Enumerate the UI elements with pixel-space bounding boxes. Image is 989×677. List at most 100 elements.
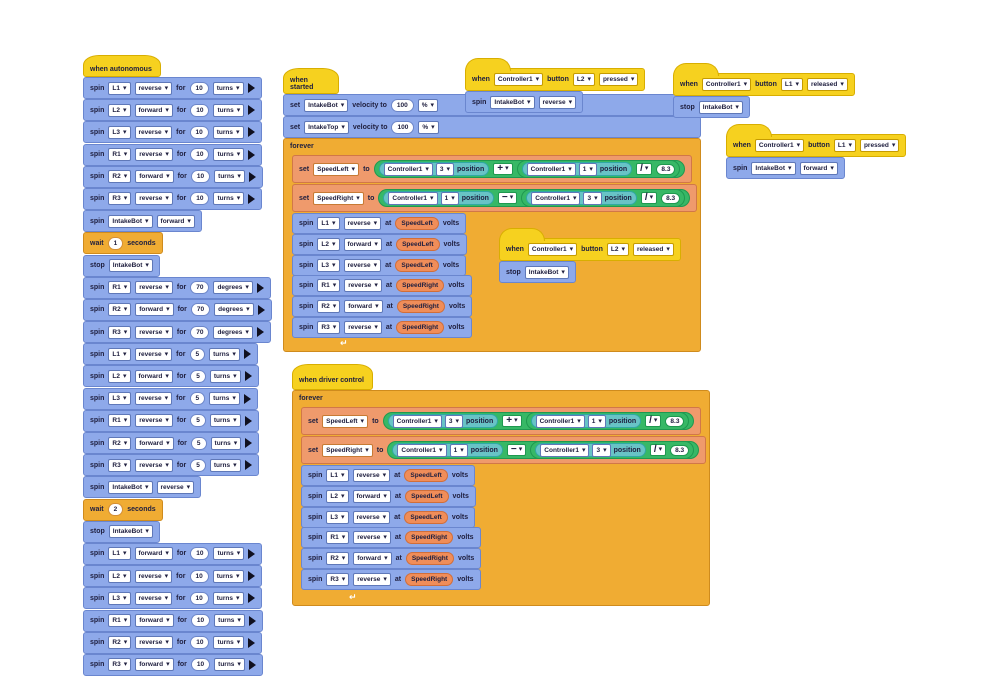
- motor-dropdown[interactable]: R3: [108, 192, 132, 206]
- controller-dropdown[interactable]: Controller1: [383, 162, 433, 176]
- variable-reporter[interactable]: SpeedLeft: [404, 469, 448, 482]
- state-dropdown[interactable]: pressed: [598, 73, 639, 86]
- operator-dropdown[interactable]: +: [502, 415, 522, 427]
- spin-at-volts-block[interactable]: spinL2forwardatSpeedLeftvolts: [301, 485, 476, 507]
- spin-for-block[interactable]: spinR3reversefor70degrees: [83, 321, 271, 344]
- motor-dropdown[interactable]: R3: [317, 320, 341, 334]
- when-autonomous-hat[interactable]: when autonomous: [83, 55, 161, 77]
- amount-input[interactable]: 70: [190, 303, 211, 317]
- direction-dropdown[interactable]: forward: [134, 369, 173, 383]
- motor-dropdown[interactable]: IntakeBot: [108, 214, 153, 228]
- motor-dropdown[interactable]: IntakeBot: [108, 525, 153, 539]
- variable-reporter[interactable]: SpeedLeft: [405, 489, 449, 503]
- motor-dropdown[interactable]: R2: [108, 303, 132, 317]
- unit-dropdown[interactable]: turns: [212, 591, 244, 605]
- spin-motor-block[interactable]: spinIntakeBotforward: [83, 210, 202, 233]
- stop-motor-block[interactable]: stop IntakeBot: [83, 520, 160, 543]
- spin-for-block[interactable]: spinR1reversefor70degrees: [83, 276, 271, 299]
- controller-dropdown[interactable]: Controller1: [493, 73, 544, 86]
- button-dropdown[interactable]: L2: [572, 73, 595, 86]
- divide-dropdown[interactable]: /: [636, 163, 653, 175]
- motor-dropdown[interactable]: R1: [108, 614, 132, 627]
- divide-dropdown[interactable]: /: [649, 444, 667, 456]
- motor-dropdown[interactable]: IntakeBot: [304, 98, 349, 112]
- amount-input[interactable]: 10: [189, 569, 209, 583]
- direction-dropdown[interactable]: forward: [135, 436, 174, 450]
- unit-dropdown[interactable]: turns: [209, 414, 241, 428]
- motor-dropdown[interactable]: R3: [326, 572, 350, 586]
- spin-at-volts-block[interactable]: spinR2forwardatSpeedRightvolts: [301, 548, 482, 570]
- wait-amount[interactable]: 2: [107, 503, 124, 517]
- axis-dropdown[interactable]: 3: [444, 414, 463, 428]
- unit-dropdown[interactable]: turns: [213, 103, 245, 117]
- controller-dropdown[interactable]: Controller1: [701, 78, 752, 91]
- axis-position-reporter[interactable]: Controller13position: [387, 414, 499, 428]
- spin-for-block[interactable]: spinR2forwardfor10turns: [83, 165, 263, 188]
- direction-dropdown[interactable]: reverse: [134, 125, 173, 139]
- variable-dropdown[interactable]: SpeedRight: [322, 443, 373, 457]
- spin-at-volts-block[interactable]: spinL2forwardatSpeedLeftvolts: [292, 233, 467, 255]
- spin-at-volts-block[interactable]: spinL3reverseatSpeedLeftvolts: [292, 254, 467, 276]
- motor-dropdown[interactable]: IntakeBot: [751, 161, 796, 175]
- motor-dropdown[interactable]: L2: [317, 237, 340, 251]
- operator-dropdown[interactable]: +: [493, 163, 513, 175]
- controller-dropdown[interactable]: Controller1: [531, 191, 581, 205]
- unit-dropdown[interactable]: %: [418, 120, 439, 134]
- direction-dropdown[interactable]: forward: [135, 303, 174, 317]
- spin-at-volts-block[interactable]: spinL1reverseatSpeedLeftvolts: [301, 465, 476, 486]
- direction-dropdown[interactable]: reverse: [156, 480, 195, 494]
- amount-input[interactable]: 70: [190, 325, 210, 339]
- axis-position-reporter[interactable]: Controller11position: [521, 162, 633, 176]
- divisor-input[interactable]: 8.3: [670, 444, 690, 456]
- divisor-input[interactable]: 8.3: [656, 163, 676, 175]
- motor-dropdown[interactable]: L1: [108, 547, 131, 561]
- unit-dropdown[interactable]: turns: [214, 170, 245, 184]
- button-dropdown[interactable]: L1: [780, 78, 803, 91]
- when-button-hat[interactable]: whenController1buttonL1released: [673, 63, 855, 96]
- unit-dropdown[interactable]: degrees: [213, 281, 253, 295]
- operator-expression[interactable]: Controller13position+Controller11positio…: [382, 412, 695, 430]
- motor-dropdown[interactable]: R2: [108, 436, 132, 450]
- axis-dropdown[interactable]: 3: [435, 162, 454, 176]
- wait-block[interactable]: wait 2 seconds: [83, 498, 163, 521]
- direction-dropdown[interactable]: reverse: [134, 81, 173, 95]
- unit-dropdown[interactable]: degrees: [213, 325, 253, 339]
- direction-dropdown[interactable]: reverse: [135, 458, 173, 472]
- unit-dropdown[interactable]: %: [417, 98, 439, 112]
- direction-dropdown[interactable]: forward: [134, 103, 173, 117]
- motor-dropdown[interactable]: R3: [108, 458, 132, 472]
- motor-dropdown[interactable]: R1: [108, 414, 132, 428]
- amount-input[interactable]: 5: [189, 392, 206, 406]
- direction-dropdown[interactable]: reverse: [134, 347, 173, 361]
- direction-dropdown[interactable]: reverse: [538, 95, 577, 109]
- divisor-input[interactable]: 8.3: [661, 192, 681, 204]
- amount-input[interactable]: 10: [190, 614, 211, 627]
- direction-dropdown[interactable]: reverse: [134, 392, 173, 406]
- axis-dropdown[interactable]: 1: [440, 191, 459, 205]
- unit-dropdown[interactable]: turns: [209, 392, 240, 406]
- axis-dropdown[interactable]: 1: [578, 162, 597, 176]
- motor-dropdown[interactable]: L1: [108, 347, 131, 361]
- direction-dropdown[interactable]: reverse: [343, 217, 382, 230]
- spin-at-volts-block[interactable]: spinR2forwardatSpeedRightvolts: [292, 296, 473, 318]
- direction-dropdown[interactable]: reverse: [135, 148, 173, 162]
- spin-for-block[interactable]: spinL1forwardfor10turns: [83, 542, 263, 565]
- motor-dropdown[interactable]: R1: [326, 531, 350, 545]
- direction-dropdown[interactable]: reverse: [135, 281, 173, 295]
- axis-dropdown[interactable]: 3: [583, 191, 602, 205]
- motor-dropdown[interactable]: R3: [108, 325, 132, 339]
- unit-dropdown[interactable]: turns: [212, 569, 244, 583]
- when-started-hat[interactable]: when started: [283, 68, 339, 94]
- direction-dropdown[interactable]: forward: [135, 658, 174, 672]
- divisor-input[interactable]: 8.3: [665, 415, 685, 427]
- driver-control-stack[interactable]: when driver control forever set SpeedLeft…: [292, 364, 710, 606]
- controller-dropdown[interactable]: Controller1: [388, 191, 438, 205]
- state-dropdown[interactable]: released: [632, 243, 674, 256]
- direction-dropdown[interactable]: forward: [156, 214, 195, 228]
- operator-dropdown[interactable]: −: [506, 444, 527, 456]
- axis-position-reporter[interactable]: Controller13position: [535, 443, 646, 457]
- motor-dropdown[interactable]: IntakeBot: [108, 480, 153, 494]
- motor-dropdown[interactable]: L3: [108, 392, 131, 406]
- unit-dropdown[interactable]: turns: [212, 125, 244, 139]
- amount-input[interactable]: 5: [190, 458, 206, 472]
